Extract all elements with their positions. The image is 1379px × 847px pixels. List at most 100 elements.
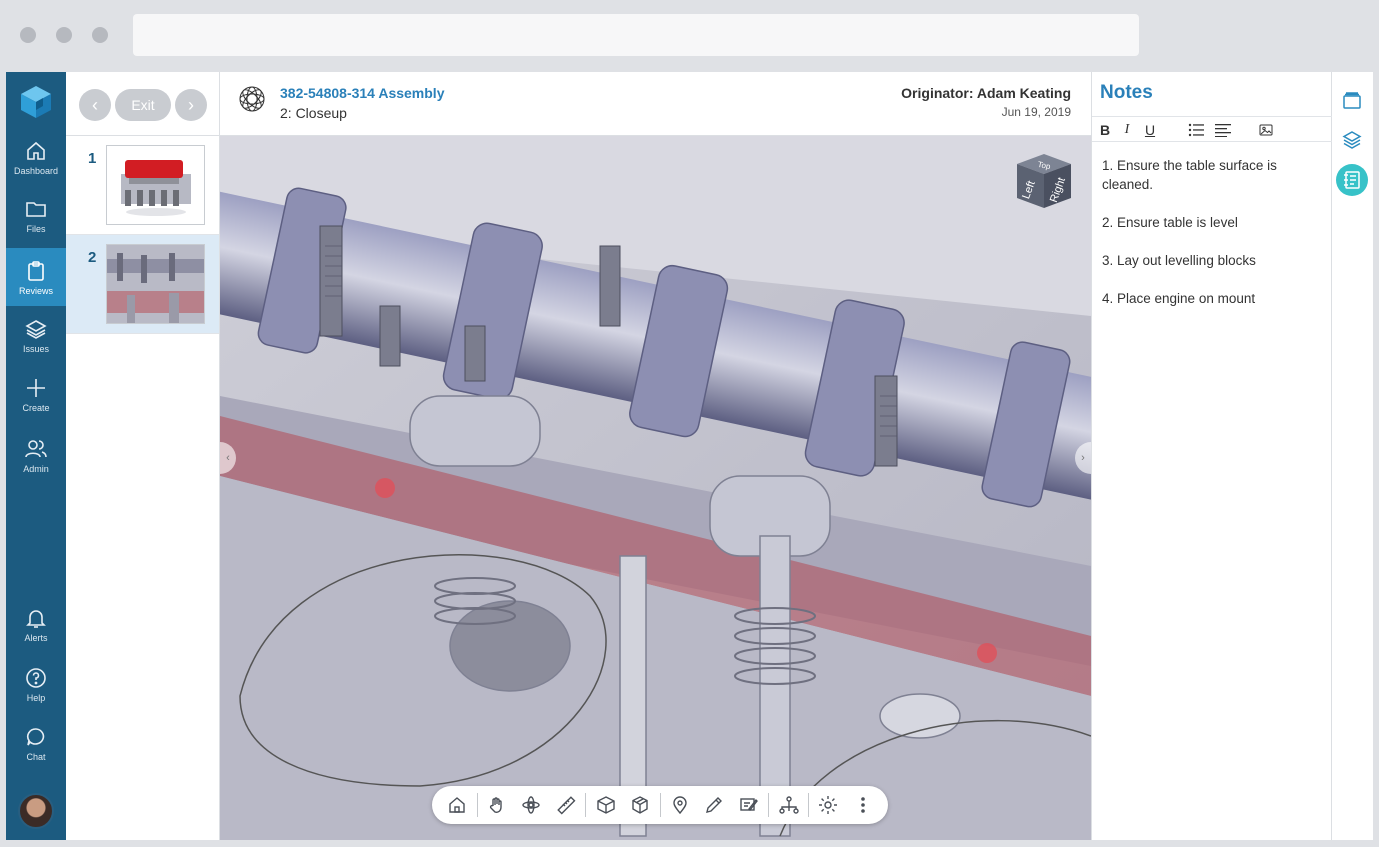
toolbar-divider [659,793,661,817]
toolbar-divider [807,793,809,817]
window-maximize-dot[interactable] [92,27,108,43]
left-nav: Dashboard Files Reviews Issues Create Ad… [6,72,66,840]
more-icon [860,797,865,813]
slide-number: 2 [88,249,97,266]
box-view-icon [596,796,615,814]
note-item: 4. Place engine on mount [1102,291,1256,306]
toolbar-measure-button[interactable] [549,786,584,824]
nav-files[interactable]: Files [6,186,66,244]
chevron-left-icon: ‹ [92,94,98,115]
nav-create[interactable]: Create [6,365,66,423]
markup-icon [740,798,758,812]
layers-icon [1342,131,1362,149]
note-item: 1. Ensure the table surface is cleaned. [1102,158,1277,192]
nav-issues[interactable]: Issues [6,306,66,364]
slides-header: ‹ Exit › [66,72,219,136]
toolbar-explode-button[interactable] [623,786,658,824]
nav-chat-label: Chat [26,751,46,762]
toolbar-home-button[interactable] [440,786,475,824]
underline-button[interactable]: U [1141,121,1159,139]
align-button[interactable] [1214,121,1232,139]
toolbar-divider [585,793,587,817]
app-logo-icon[interactable] [19,84,53,120]
toolbar-divider [476,793,478,817]
slide-item[interactable]: 2 [66,235,219,334]
toolbar-orbit-button[interactable] [514,786,549,824]
bullet-list-icon [1188,123,1204,137]
notes-panel-button[interactable] [1336,164,1368,196]
folder-icon [26,201,46,217]
prev-slide-button[interactable]: ‹ [79,89,111,121]
nav-files-label: Files [26,223,46,234]
notes-title: Notes [1100,82,1153,103]
viewer-icon [1343,92,1361,109]
nav-create-label: Create [22,402,50,413]
toolbar-more-button[interactable] [845,786,880,824]
slide-item[interactable]: 1 [66,136,219,235]
toolbar-divider [768,793,770,817]
nav-alerts[interactable]: Alerts [6,595,66,653]
home-icon [449,797,465,813]
bullet-list-button[interactable] [1187,121,1205,139]
window-close-dot[interactable] [20,27,36,43]
address-bar[interactable] [133,14,1139,56]
slides-panel: ‹ Exit › 1 2 [66,72,220,840]
measure-icon [557,796,576,815]
viewer-panel-button[interactable] [1336,84,1368,116]
layers-panel-button[interactable] [1336,124,1368,156]
nav-help[interactable]: Help [6,655,66,713]
toolbar-settings-button[interactable] [811,786,846,824]
plus-icon [27,378,45,397]
toolbar-tree-button[interactable] [771,786,806,824]
nav-help-label: Help [26,692,46,703]
toolbar-box-view-button[interactable] [588,786,623,824]
toolbar-pin-button[interactable] [662,786,697,824]
window-minimize-dot[interactable] [56,27,72,43]
orbit-icon [522,796,541,814]
pencil-icon [706,797,723,813]
view-cube[interactable]: Top Left Right [1013,150,1075,212]
document-header: 382-54808-314 Assembly 2: Closeup Origin… [220,72,1091,136]
chat-icon [26,727,45,745]
nav-admin[interactable]: Admin [6,426,66,484]
3d-viewer[interactable]: ‹ › Top Left Right [220,136,1091,840]
bold-button[interactable]: B [1096,121,1114,139]
notes-panel: Notes B I U 1. Ensure the table surface … [1091,72,1332,840]
toolbar-markup-button[interactable] [732,786,767,824]
layers-icon [25,319,47,339]
nav-admin-label: Admin [23,463,49,474]
nav-reviews-label: Reviews [18,285,53,296]
toolbar-pan-button[interactable] [480,786,515,824]
image-icon [1259,124,1273,136]
exit-button[interactable]: Exit [115,89,171,121]
notes-icon [1344,171,1360,189]
clipboard-icon [28,260,44,281]
notes-format-toolbar: B I U [1092,116,1332,142]
browser-chrome [0,0,1379,72]
nav-reviews[interactable]: Reviews [6,248,66,306]
next-slide-button[interactable]: › [175,89,207,121]
slide-number: 1 [88,150,97,167]
bell-icon [26,609,46,628]
slide-thumbnail-engine [106,145,205,225]
originator-label: Originator: Adam Keating [901,85,1071,101]
align-left-icon [1215,124,1231,137]
nav-dashboard[interactable]: Dashboard [6,128,66,186]
pin-icon [673,796,687,815]
nav-chat[interactable]: Chat [6,714,66,772]
chevron-right-icon: › [188,94,194,115]
explode-view-icon [632,796,648,814]
notes-content[interactable]: 1. Ensure the table surface is cleaned. … [1102,156,1324,327]
tree-icon [778,796,799,814]
right-rail [1332,72,1373,840]
nav-alerts-label: Alerts [24,632,48,643]
insert-image-button[interactable] [1257,121,1275,139]
home-icon [27,141,45,160]
toolbar-pencil-button[interactable] [697,786,732,824]
assembly-title[interactable]: 382-54808-314 Assembly [280,85,445,101]
slide-subtitle: 2: Closeup [280,105,347,121]
review-date: Jun 19, 2019 [1001,105,1071,119]
note-item: 2. Ensure table is level [1102,215,1238,230]
user-avatar[interactable] [18,793,54,829]
italic-button[interactable]: I [1118,121,1136,139]
